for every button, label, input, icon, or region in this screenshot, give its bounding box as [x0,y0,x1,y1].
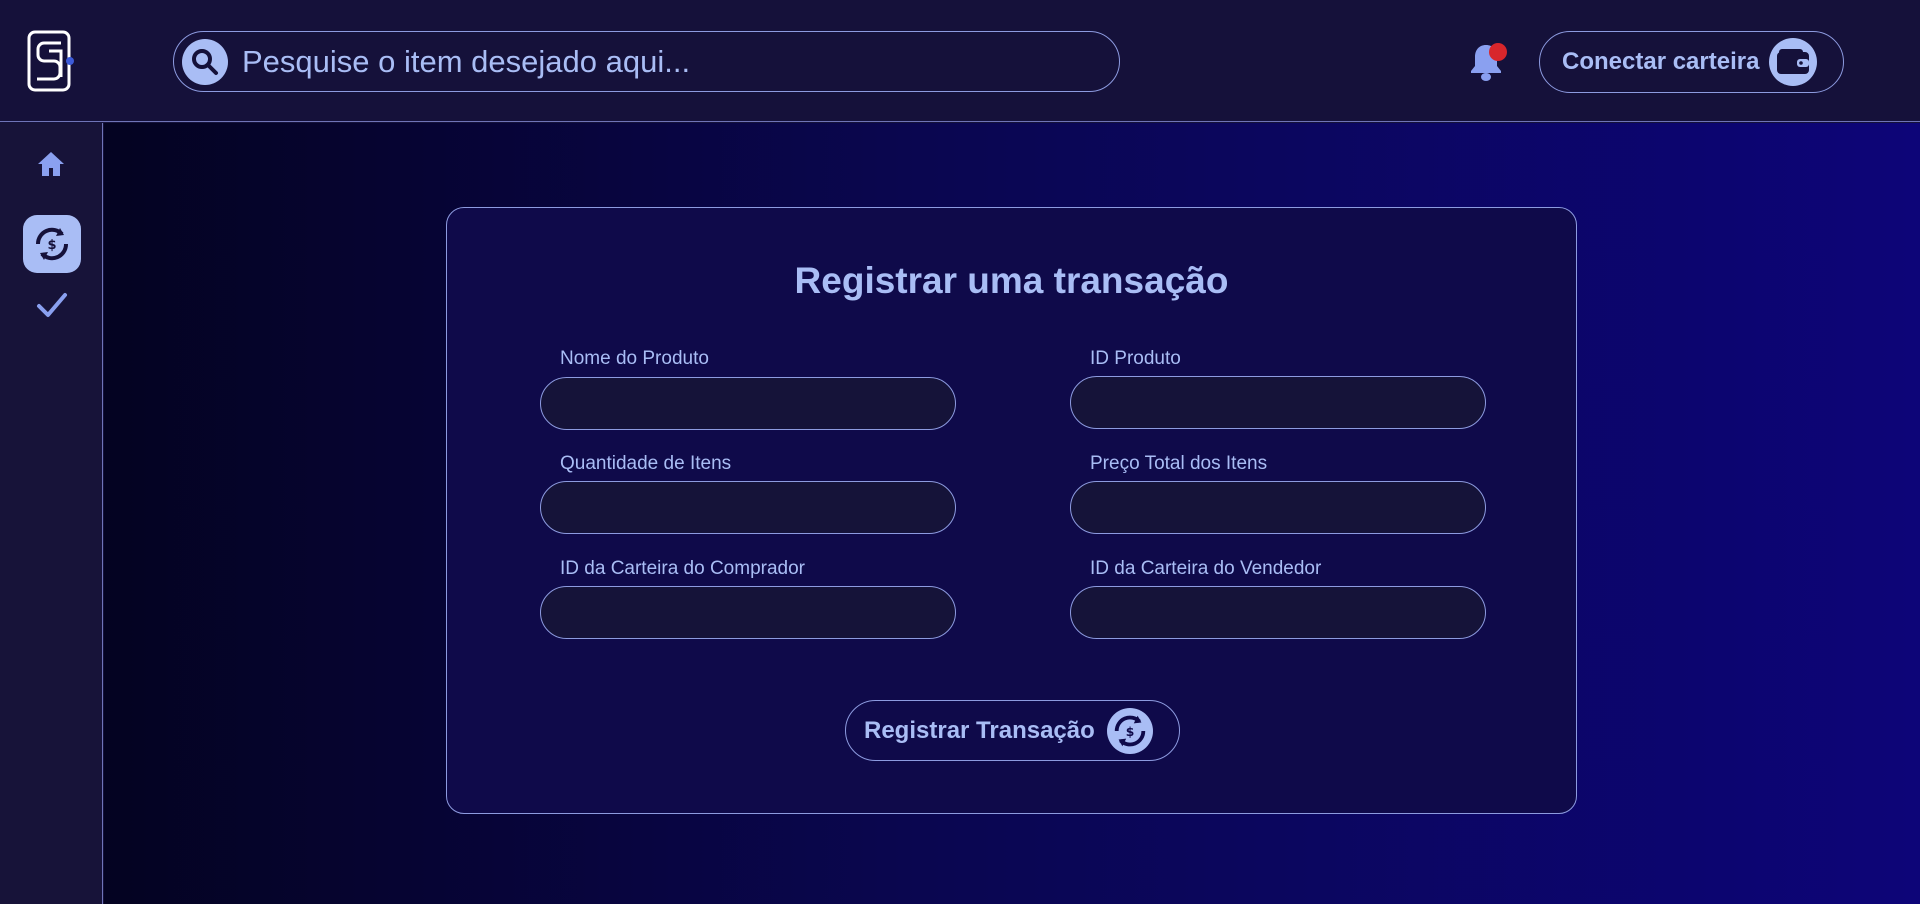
register-transaction-button[interactable]: Registrar Transação $ [845,700,1180,761]
total-price-label: Preço Total dos Itens [1090,453,1268,474]
search-icon[interactable] [182,38,228,85]
item-quantity-label: Quantidade de Itens [560,453,732,474]
svg-text:$: $ [47,238,56,253]
buyer-wallet-id-input[interactable] [540,586,956,639]
svg-text:$: $ [1125,724,1134,738]
buyer-wallet-id-label: ID da Carteira do Comprador [560,558,805,579]
total-price-input[interactable] [1070,481,1486,534]
product-name-label: Nome do Produto [560,348,709,369]
connect-wallet-label: Conectar carteira [1562,48,1760,75]
main-content: Registrar uma transação Nome do Produto … [104,123,1920,904]
register-transaction-label: Registrar Transação [864,716,1095,744]
search-input[interactable] [242,43,1102,80]
top-bar: Conectar carteira [0,0,1920,122]
product-id-label: ID Produto [1090,348,1181,369]
check-icon[interactable] [36,289,68,321]
search-bar[interactable] [173,31,1120,92]
transaction-form-card: Registrar uma transação Nome do Produto … [446,207,1577,814]
product-id-input[interactable] [1070,376,1486,429]
wallet-icon [1769,38,1818,86]
transaction-icon[interactable]: $ [23,215,81,273]
connect-wallet-button[interactable]: Conectar carteira [1539,31,1844,93]
seller-wallet-id-label: ID da Carteira do Vendedor [1090,558,1322,579]
app-logo[interactable] [26,29,76,93]
form-title: Registrar uma transação [794,260,1229,301]
seller-wallet-id-input[interactable] [1070,586,1486,639]
home-icon[interactable] [36,149,66,179]
product-name-input[interactable] [540,377,956,430]
item-quantity-input[interactable] [540,481,956,534]
sidebar: $ [0,123,103,904]
transaction-icon: $ [1106,707,1153,754]
notification-badge [1489,43,1507,61]
